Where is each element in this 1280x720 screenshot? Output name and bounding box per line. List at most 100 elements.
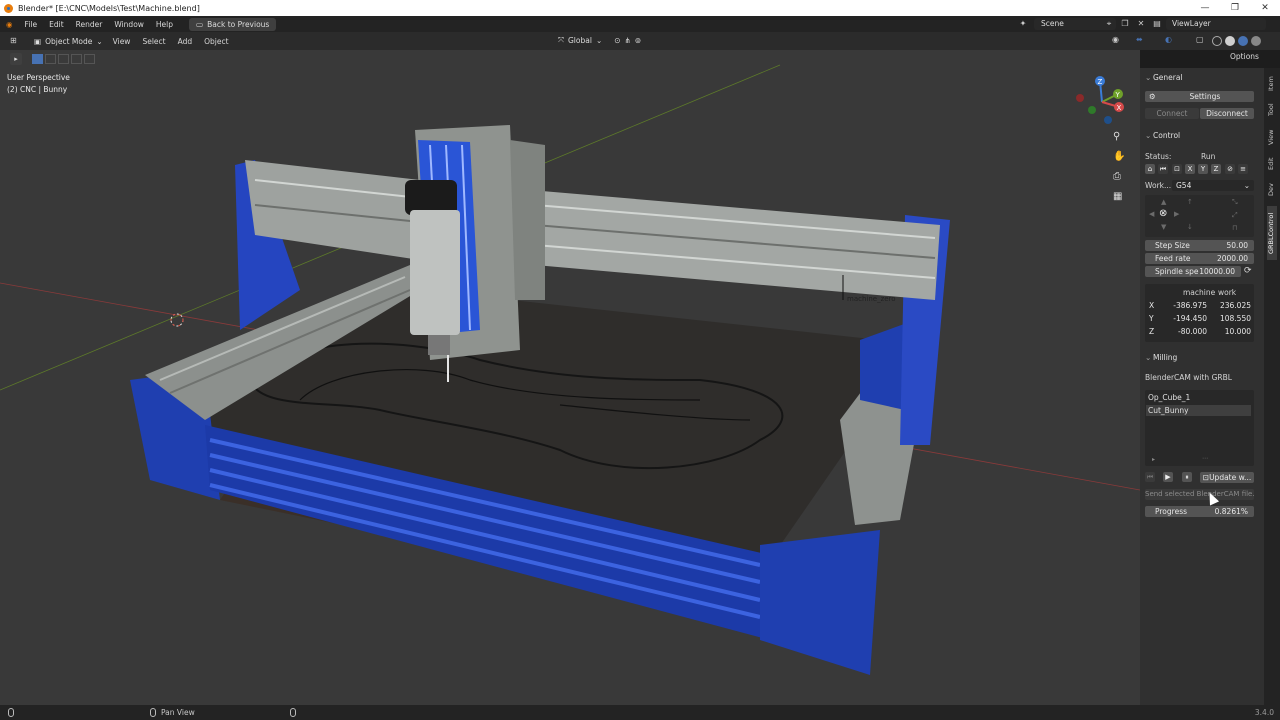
view-layer-selector[interactable]: ViewLayer [1166,18,1266,30]
menu-add[interactable]: Add [172,37,199,46]
scene-icon[interactable]: ✦ [1018,19,1028,29]
material-shading-icon[interactable] [1238,36,1248,46]
jog-diagonal-2-icon[interactable]: ⤢ [1232,211,1238,220]
axis-y-button[interactable]: Y [1198,164,1208,174]
machine-zero-label: machine_zero [847,295,896,303]
skip-back-icon[interactable]: ⏮ [1158,164,1168,174]
spindle-body [410,210,460,335]
lock-icon[interactable]: ⊡ [1172,164,1182,174]
menu-window[interactable]: Window [108,20,150,29]
maximize-button[interactable]: ❐ [1220,0,1250,16]
menu-help[interactable]: Help [150,20,179,29]
hand-pan-icon[interactable]: ✋ [1113,151,1125,162]
work-coord-dropdown[interactable]: G54 ⌄ [1172,180,1254,191]
viewport-perspective-label: User Perspective [7,73,70,82]
feed-rate-field[interactable]: Feed rate 2000.00 [1145,253,1254,264]
menu-file[interactable]: File [19,20,44,29]
jog-z-down-icon[interactable]: ↓ [1187,223,1193,231]
transform-orientation-dropdown[interactable]: ⤧ Global ⌄ ⊙ ⋔ ⊚ [558,35,641,45]
settings-button[interactable]: ⚙ Settings [1145,91,1254,102]
update-button[interactable]: ⊡Update w... [1200,472,1254,483]
jog-lock-icon[interactable]: ⊓ [1232,224,1237,232]
tab-grblcontrol[interactable]: GRBLControl [1267,206,1277,260]
navigation-gizmo[interactable]: Z Y X [1072,72,1132,132]
tab-edit[interactable]: Edit [1267,154,1277,174]
delete-scene-icon[interactable]: ✕ [1136,19,1146,29]
jog-z-up-icon[interactable]: ↑ [1187,198,1193,206]
jog-x-plus-icon[interactable]: ▶ [1174,210,1179,218]
pin-icon[interactable]: ⌖ [1104,19,1114,29]
step-size-field[interactable]: Step Size 50.00 [1145,240,1254,251]
list-item[interactable]: Op_Cube_1 [1146,392,1251,403]
list-expand-icon[interactable]: ▸ [1152,456,1155,463]
options-dropdown[interactable]: Options [1230,52,1259,61]
menu-object[interactable]: Object [198,37,234,46]
solid-shading-icon[interactable] [1225,36,1235,46]
refresh-icon[interactable]: ⟳ [1244,266,1252,276]
general-section-header[interactable]: ⌄ General [1145,73,1183,82]
back-to-previous-button[interactable]: ▭ Back to Previous [189,17,277,31]
menu-render[interactable]: Render [70,20,109,29]
mouse-left-icon [8,708,14,717]
tab-view[interactable]: View [1267,126,1277,148]
select-mode-invert-icon[interactable] [71,54,82,64]
control-section-header[interactable]: ⌄ Control [1145,131,1180,140]
svg-text:Y: Y [1115,91,1121,99]
play-icon[interactable]: ▶ [1163,472,1173,482]
home-icon[interactable]: ⌂ [1145,164,1155,174]
select-mode-extend-icon[interactable] [45,54,56,64]
menu-select[interactable]: Select [136,37,171,46]
new-scene-icon[interactable]: ❐ [1120,19,1130,29]
camera-icon[interactable]: ⎙ [1113,171,1121,182]
pause-icon[interactable]: ⏸ [1182,472,1192,482]
select-mode-set-icon[interactable] [32,54,43,64]
tab-item[interactable]: Item [1267,74,1277,94]
proportional-edit-icon[interactable]: ⊚ [635,36,641,45]
reset-icon[interactable]: ≡ [1238,164,1248,174]
jog-x-minus-icon[interactable]: ◀ [1149,210,1154,218]
editor-type-icon[interactable]: ⊞ [10,36,17,45]
select-mode-intersect-icon[interactable] [84,54,95,64]
tab-tool[interactable]: Tool [1267,100,1277,120]
list-resize-handle-icon[interactable]: ⋯ [1202,455,1208,462]
jog-diagonal-icon[interactable]: ⤡ [1232,198,1238,207]
gizmo-toggle-icon[interactable]: ⬌ [1136,35,1143,44]
xray-toggle-icon[interactable]: ▢ [1196,35,1204,44]
select-mode-subtract-icon[interactable] [58,54,69,64]
close-button[interactable]: ✕ [1250,0,1280,16]
view-layer-icon[interactable]: ▤ [1152,19,1162,29]
spindle-speed-field[interactable]: Spindle spe 10000.00 [1145,266,1241,277]
menu-edit[interactable]: Edit [43,20,70,29]
tab-dev[interactable]: Dev [1267,180,1277,200]
top-menu-bar: ◉ File Edit Render Window Help ▭ Back to… [0,16,1280,32]
visibility-icon[interactable]: ◉ [1112,35,1119,44]
select-tool-icon[interactable]: ▸ [10,53,22,65]
rendered-shading-icon[interactable] [1251,36,1261,46]
snap-icon[interactable]: ⋔ [625,36,631,45]
grid-perspective-icon[interactable]: ▦ [1113,191,1122,202]
blender-menu-icon[interactable]: ◉ [0,20,19,29]
3d-viewport[interactable]: User Perspective (2) CNC | Bunny machine… [0,50,1140,705]
object-mode-icon: ▣ [34,36,42,46]
object-mode-dropdown[interactable]: ▣ Object Mode ⌄ [30,34,107,48]
zoom-icon[interactable]: ⚲ [1113,131,1120,142]
coord-header-machine: machine [1183,288,1216,297]
send-selected-file-button[interactable]: Send selected BlenderCAM file... [1145,489,1254,500]
menu-view[interactable]: View [107,37,137,46]
wireframe-shading-icon[interactable] [1212,36,1222,46]
overlay-toggle-icon[interactable]: ◐ [1165,35,1172,44]
jog-stop-icon[interactable]: ⊗ [1159,208,1167,219]
zero-icon[interactable]: ⊘ [1225,164,1235,174]
list-item[interactable]: Cut_Bunny [1146,405,1251,416]
connect-button[interactable]: Connect [1145,108,1199,119]
viewport-collection-label: (2) CNC | Bunny [7,85,68,94]
axis-x-button[interactable]: X [1185,164,1195,174]
axis-z-button[interactable]: Z [1211,164,1221,174]
jog-y-minus-icon[interactable]: ▼ [1161,223,1166,231]
pivot-icon[interactable]: ⊙ [614,36,620,45]
minimize-button[interactable]: — [1190,0,1220,16]
jog-y-plus-icon[interactable]: ▲ [1161,198,1166,206]
skip-back-icon[interactable]: ⏮ [1145,472,1155,482]
milling-section-header[interactable]: ⌄ Milling [1145,353,1177,362]
disconnect-button[interactable]: Disconnect [1200,108,1254,119]
